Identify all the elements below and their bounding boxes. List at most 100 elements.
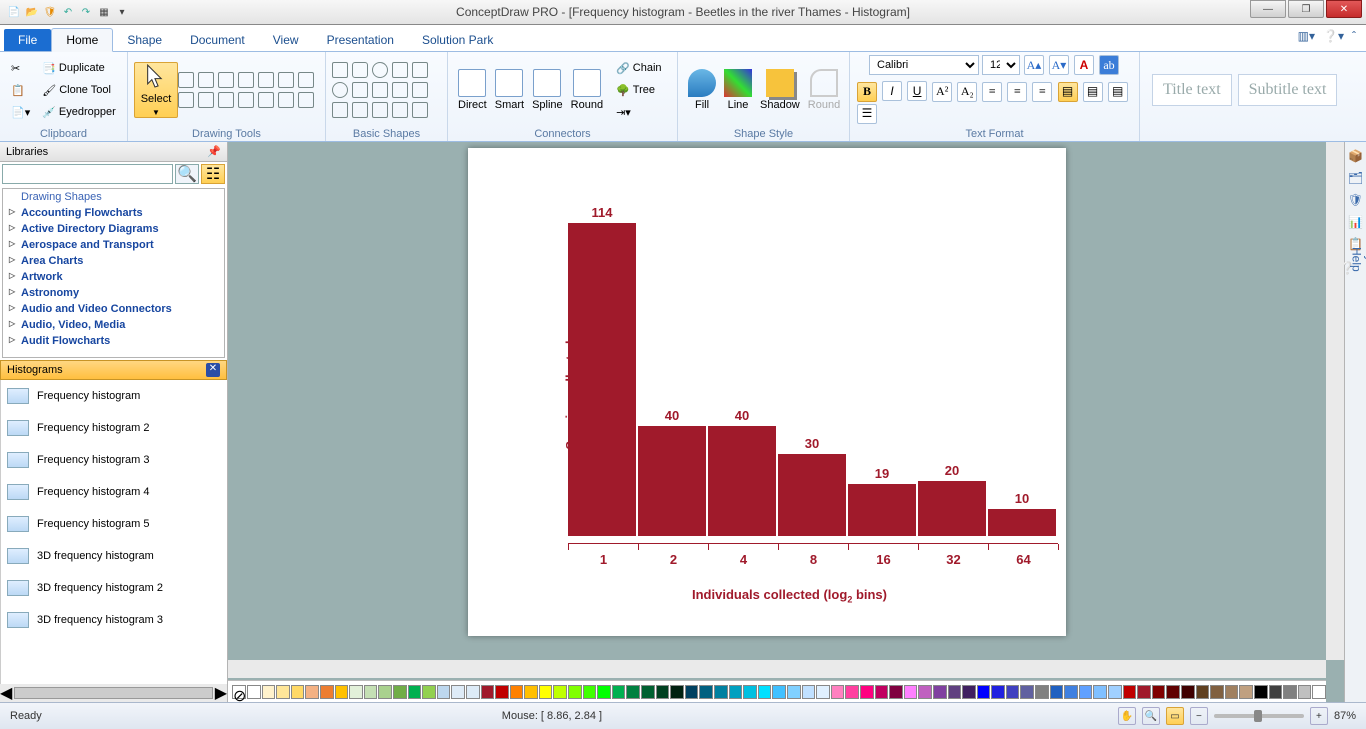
collapse-ribbon-icon[interactable]: ˆ: [1352, 29, 1356, 43]
hist-template[interactable]: 3D frequency histogram 3: [1, 604, 227, 636]
close-histograms-icon[interactable]: ✕: [206, 363, 220, 377]
canvas-vscroll[interactable]: [1326, 142, 1344, 660]
qat-open-icon[interactable]: 📂: [24, 4, 40, 20]
color-swatch[interactable]: [1064, 685, 1078, 699]
eyedropper-button[interactable]: 💉 Eyedropper: [37, 102, 121, 123]
color-swatch[interactable]: [1108, 685, 1122, 699]
maximize-button[interactable]: ❐: [1288, 0, 1324, 18]
title-text-placeholder[interactable]: Title text: [1152, 74, 1232, 106]
fit-page-button[interactable]: ▭: [1166, 707, 1184, 725]
tab-presentation[interactable]: Presentation: [313, 29, 408, 51]
color-swatch[interactable]: [1283, 685, 1297, 699]
library-search-input[interactable]: [2, 164, 173, 184]
panel-icon[interactable]: 📦: [1348, 148, 1364, 164]
copy-button[interactable]: 📋: [6, 80, 35, 101]
color-swatch[interactable]: [247, 685, 261, 699]
color-swatch[interactable]: [291, 685, 305, 699]
panel-icon[interactable]: 🗂: [1348, 170, 1364, 186]
tab-solution-park[interactable]: Solution Park: [408, 29, 507, 51]
zoom-in-button[interactable]: +: [1310, 707, 1328, 725]
bar[interactable]: 19: [848, 484, 916, 536]
bar[interactable]: 30: [778, 454, 846, 537]
pin-icon[interactable]: 📌: [207, 145, 221, 158]
histograms-panel-header[interactable]: Histograms ✕: [0, 360, 227, 380]
color-swatch[interactable]: [539, 685, 553, 699]
histogram-chart[interactable]: Species collected 114404030192010 124816…: [518, 178, 1061, 611]
color-swatch[interactable]: [597, 685, 611, 699]
color-swatch[interactable]: [875, 685, 889, 699]
shrink-font-button[interactable]: A▾: [1049, 55, 1069, 75]
bold-button[interactable]: B: [857, 82, 877, 102]
align-left-button[interactable]: ≡: [982, 82, 1002, 102]
font-select[interactable]: Calibri: [869, 55, 979, 75]
line-button[interactable]: Line: [720, 69, 756, 111]
shadow-button[interactable]: Shadow: [756, 69, 804, 111]
lib-item[interactable]: Accounting Flowcharts: [3, 205, 224, 221]
color-swatch[interactable]: [524, 685, 538, 699]
hist-template[interactable]: 3D frequency histogram 2: [1, 572, 227, 604]
color-swatch[interactable]: [1166, 685, 1180, 699]
canvas-hscroll[interactable]: [228, 660, 1326, 678]
list-button[interactable]: ☰: [857, 104, 877, 124]
color-swatch[interactable]: [612, 685, 626, 699]
page[interactable]: Species collected 114404030192010 124816…: [468, 148, 1066, 636]
qat-more-icon[interactable]: ▾: [114, 4, 130, 20]
color-swatch[interactable]: [320, 685, 334, 699]
color-swatch[interactable]: [305, 685, 319, 699]
color-swatch[interactable]: [1152, 685, 1166, 699]
color-swatch[interactable]: [1020, 685, 1034, 699]
lib-item[interactable]: Area Charts: [3, 253, 224, 269]
panel-icon[interactable]: 📊: [1348, 214, 1364, 230]
color-swatch[interactable]: [495, 685, 509, 699]
color-palette[interactable]: ⊘: [228, 680, 1326, 702]
canvas[interactable]: Species collected 114404030192010 124816…: [228, 142, 1344, 702]
lib-item[interactable]: Audio, Video, Media: [3, 317, 224, 333]
hist-template[interactable]: 3D frequency histogram: [1, 540, 227, 572]
bar[interactable]: 10: [988, 509, 1056, 537]
minimize-button[interactable]: —: [1250, 0, 1286, 18]
color-swatch[interactable]: [816, 685, 830, 699]
connector-more-button[interactable]: ⇥▾: [611, 102, 666, 123]
select-tool-button[interactable]: Select▼: [134, 62, 178, 118]
color-swatch[interactable]: [758, 685, 772, 699]
align-middle-button[interactable]: ▤: [1083, 82, 1103, 102]
hist-template[interactable]: Frequency histogram 3: [1, 444, 227, 476]
color-swatch[interactable]: [1093, 685, 1107, 699]
color-swatch[interactable]: [933, 685, 947, 699]
color-swatch[interactable]: [583, 685, 597, 699]
color-swatch[interactable]: [466, 685, 480, 699]
help-icon[interactable]: ❔▾: [1323, 29, 1344, 43]
color-swatch[interactable]: [276, 685, 290, 699]
color-swatch[interactable]: [481, 685, 495, 699]
color-swatch[interactable]: [1210, 685, 1224, 699]
color-swatch[interactable]: [568, 685, 582, 699]
color-swatch[interactable]: [1123, 685, 1137, 699]
color-swatch[interactable]: [977, 685, 991, 699]
color-swatch[interactable]: [641, 685, 655, 699]
superscript-button[interactable]: A²: [932, 82, 952, 102]
lib-item[interactable]: Active Directory Diagrams: [3, 221, 224, 237]
align-top-button[interactable]: ▤: [1058, 82, 1078, 102]
tab-shape[interactable]: Shape: [113, 29, 176, 51]
qat-grid-icon[interactable]: ▦: [96, 4, 112, 20]
tab-view[interactable]: View: [259, 29, 313, 51]
color-swatch[interactable]: [422, 685, 436, 699]
tree-button[interactable]: 🌳 Tree: [611, 80, 666, 101]
qat-undo-icon[interactable]: ↶: [60, 4, 76, 20]
color-swatch[interactable]: [378, 685, 392, 699]
lib-item[interactable]: Aerospace and Transport: [3, 237, 224, 253]
align-right-button[interactable]: ≡: [1032, 82, 1052, 102]
color-swatch[interactable]: [904, 685, 918, 699]
fill-button[interactable]: Fill: [684, 69, 720, 111]
color-swatch[interactable]: [1225, 685, 1239, 699]
lib-item[interactable]: Audio and Video Connectors: [3, 301, 224, 317]
color-swatch[interactable]: [729, 685, 743, 699]
duplicate-button[interactable]: 📑 Duplicate: [37, 58, 121, 79]
subscript-button[interactable]: A₂: [957, 82, 977, 102]
color-swatch[interactable]: [335, 685, 349, 699]
color-swatch[interactable]: [1079, 685, 1093, 699]
dynamic-help-button[interactable]: ❔Dynamic Help: [1340, 258, 1366, 278]
hist-template[interactable]: Frequency histogram 4: [1, 476, 227, 508]
bar[interactable]: 40: [708, 426, 776, 536]
color-swatch[interactable]: [1050, 685, 1064, 699]
